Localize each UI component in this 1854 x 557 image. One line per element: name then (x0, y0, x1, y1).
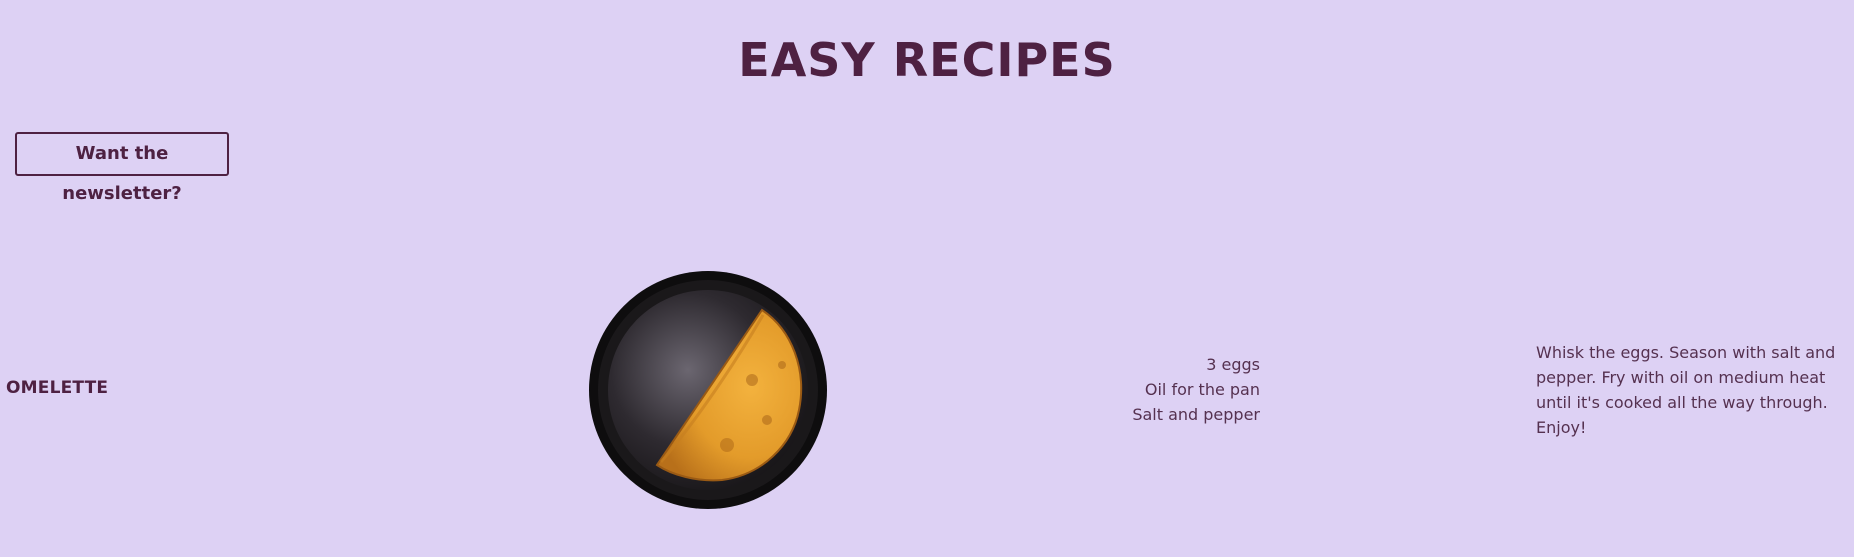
recipe-row: OMELETTE 3 eggs Oil for the pan Salt and… (0, 270, 1854, 510)
ingredient-item: 3 eggs (1206, 355, 1260, 374)
newsletter-button[interactable]: Want the newsletter? (15, 132, 229, 204)
ingredient-item: Salt and pepper (1132, 405, 1260, 424)
ingredient-item: Oil for the pan (1144, 380, 1260, 399)
recipe-instructions: Whisk the eggs. Season with salt and pep… (1536, 343, 1836, 437)
recipe-name: OMELETTE (6, 378, 109, 398)
omelette-pan-image (589, 271, 827, 509)
ingredients-list: 3 eggs Oil for the pan Salt and pepper (1060, 352, 1260, 427)
page-title: EASY RECIPES (738, 33, 1116, 87)
recipe-image (587, 270, 829, 510)
